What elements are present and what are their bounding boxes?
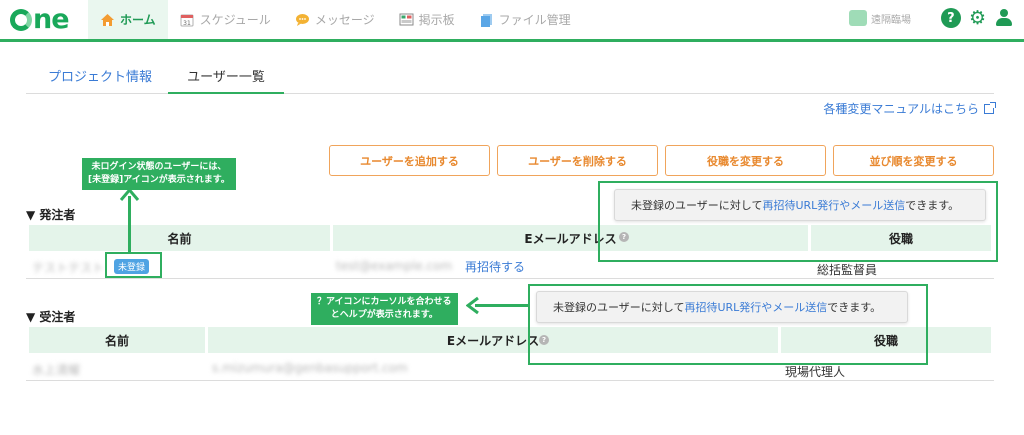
video-camera-icon bbox=[848, 10, 867, 26]
help-tooltip: 未登録のユーザーに対して 再招待URL発行やメール送信 できます。 bbox=[536, 291, 908, 323]
nav-schedule[interactable]: 31 スケジュール bbox=[168, 0, 283, 39]
tab-project-info[interactable]: プロジェクト情報 bbox=[48, 66, 152, 85]
badge-highlight-frame bbox=[105, 252, 162, 278]
manual-link[interactable]: 各種変更マニュアルはこちら bbox=[823, 100, 996, 117]
orderer-row-name: テストテスト bbox=[32, 261, 105, 275]
contractor-section-title: ▼ 受注者 bbox=[26, 310, 76, 324]
nav-files[interactable]: ファイル管理 bbox=[467, 0, 583, 39]
annotation-arrow bbox=[475, 304, 530, 307]
orderer-section-title: ▼ 発注者 bbox=[26, 208, 76, 222]
remote-inspection-button[interactable]: 遠隔臨場 bbox=[848, 10, 911, 26]
arrow-head-left-icon bbox=[466, 296, 479, 315]
message-icon bbox=[295, 12, 310, 27]
add-user-button[interactable]: ユーザーを追加する bbox=[329, 145, 490, 176]
nav-message[interactable]: メッセージ bbox=[283, 0, 387, 39]
orderer-header-name: 名前 bbox=[29, 225, 330, 251]
arrow-head-up-icon bbox=[119, 188, 140, 201]
reorder-button[interactable]: 並び順を変更する bbox=[833, 145, 994, 176]
nav-board[interactable]: 掲示板 bbox=[387, 0, 467, 39]
delete-user-button[interactable]: ユーザーを削除する bbox=[497, 145, 658, 176]
tab-bar: プロジェクト情報 ユーザー一覧 bbox=[26, 60, 994, 94]
app-logo[interactable]: ne bbox=[10, 4, 70, 36]
top-header: ne ホーム 31 スケジュール メッセージ 掲示板 ファイル管理 遠隔臨場 ?… bbox=[0, 0, 1024, 42]
row-divider bbox=[26, 278, 994, 279]
tab-user-list[interactable]: ユーザー一覧 bbox=[168, 66, 284, 94]
change-role-button[interactable]: 役職を変更する bbox=[665, 145, 826, 176]
gear-icon[interactable]: ⚙ bbox=[969, 8, 986, 28]
question-help-icon[interactable]: ? bbox=[619, 232, 629, 242]
contractor-row-role: 現場代理人 bbox=[785, 365, 846, 379]
question-help-icon[interactable]: ? bbox=[539, 335, 549, 345]
contractor-row-email: s.mizumura@genbasupport.com bbox=[212, 361, 408, 375]
svg-text:31: 31 bbox=[183, 20, 191, 27]
contractor-row-name: 水上清耀 bbox=[32, 363, 81, 377]
help-icon-callout: ？アイコンにカーソルを合わせる とヘルプが表示されます。 bbox=[311, 293, 458, 325]
external-link-icon bbox=[984, 101, 996, 114]
row-divider bbox=[26, 380, 994, 381]
help-icon[interactable]: ? bbox=[940, 8, 961, 28]
nav-home[interactable]: ホーム bbox=[88, 0, 168, 39]
home-icon bbox=[100, 12, 115, 27]
orderer-row-email: test@example.com bbox=[336, 259, 453, 273]
main-nav: ホーム 31 スケジュール メッセージ 掲示板 ファイル管理 bbox=[88, 0, 583, 39]
header-tools: 遠隔臨場 ? ⚙ bbox=[848, 8, 1014, 28]
logo-ring-icon bbox=[10, 9, 32, 31]
annotation-arrow bbox=[128, 196, 131, 252]
board-icon bbox=[399, 12, 414, 27]
help-tooltip: 未登録のユーザーに対して 再招待URL発行やメール送信 できます。 bbox=[614, 189, 986, 221]
contractor-header-name: 名前 bbox=[29, 327, 205, 353]
calendar-icon: 31 bbox=[180, 12, 195, 27]
orderer-row-role: 総括監督員 bbox=[817, 263, 878, 277]
reinvite-link[interactable]: 再招待する bbox=[465, 258, 525, 275]
file-icon bbox=[479, 12, 494, 27]
user-icon[interactable] bbox=[994, 8, 1014, 28]
unregistered-callout: 未ログイン状態のユーザーには、 [未登録]アイコンが表示されます。 bbox=[82, 158, 236, 190]
